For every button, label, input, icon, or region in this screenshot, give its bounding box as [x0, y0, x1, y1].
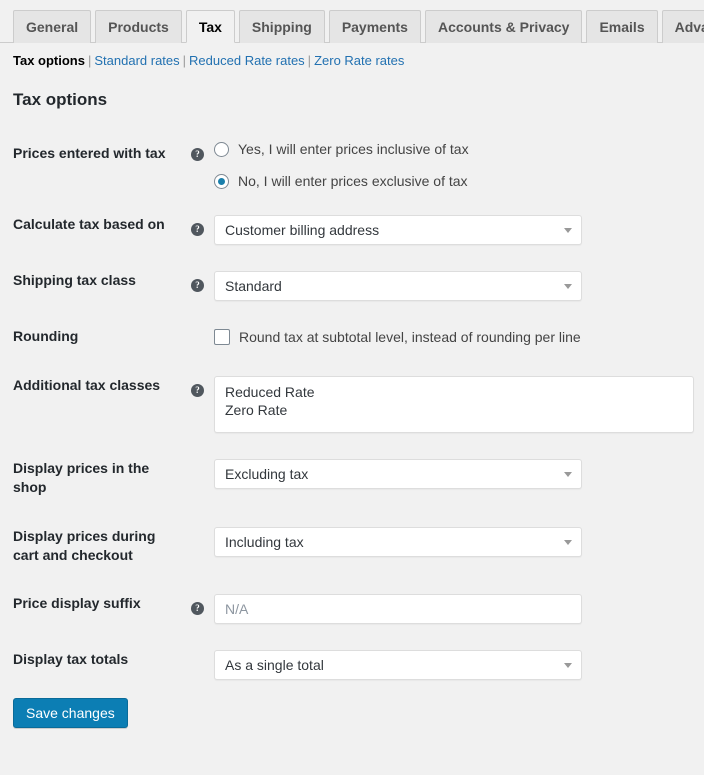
chevron-down-icon [564, 284, 572, 289]
page-title: Tax options [13, 90, 108, 109]
subnav-link-standard-rates[interactable]: Standard rates [94, 53, 179, 68]
select-display-prices-cart[interactable]: Including tax [214, 526, 582, 557]
tab-tax[interactable]: Tax [185, 10, 235, 43]
chevron-down-icon [564, 228, 572, 233]
label-display-tax-totals: Display tax totals [13, 651, 129, 668]
settings-tab-bar: General Products Tax Shipping Payments Accoun… [0, 9, 704, 43]
row-calculate-tax-based-on: Calculate tax based on ? Customer billin… [0, 201, 704, 257]
label-calculate-tax-based-on: Calculate tax based on [13, 216, 165, 232]
label-display-prices-shop: Display prices in the shop [13, 459, 150, 495]
tab-payments[interactable]: Payments [328, 10, 421, 43]
help-icon[interactable]: ? [191, 148, 204, 161]
row-display-prices-cart: Display prices during cart and checkout … [0, 513, 704, 581]
help-icon[interactable]: ? [191, 279, 204, 292]
prices-entered-with-tax-radio-group: Yes, I will enter prices inclusive of ta… [214, 140, 469, 189]
select-display-prices-shop[interactable]: Excluding tax [214, 458, 582, 489]
select-display-tax-totals[interactable]: As a single total [214, 650, 582, 681]
select-calculate-tax-based-on[interactable]: Customer billing address [214, 215, 582, 245]
row-prices-entered-with-tax: Prices entered with tax ? Yes, I will en… [0, 128, 704, 201]
input-price-display-suffix-placeholder: N/A [225, 601, 249, 618]
select-display-prices-cart-value: Including tax [225, 533, 304, 550]
subnav-link-zero-rate-rates[interactable]: Zero Rate rates [314, 53, 404, 68]
tab-emails[interactable]: Emails [586, 10, 658, 43]
label-price-display-suffix: Price display suffix [13, 595, 141, 612]
subnav-separator-2: | [182, 53, 187, 68]
checkbox-rounding[interactable] [214, 329, 230, 345]
tab-advanced[interactable]: Advanced [661, 10, 704, 43]
select-display-prices-shop-value: Excluding tax [225, 465, 309, 482]
label-shipping-tax-class: Shipping tax class [13, 272, 136, 288]
checkbox-rounding-label: Round tax at subtotal level, instead of … [239, 329, 581, 345]
select-display-tax-totals-value: As a single total [225, 657, 324, 674]
help-icon[interactable]: ? [191, 223, 204, 236]
chevron-down-icon [564, 471, 572, 477]
subnav-separator-3: | [307, 53, 312, 68]
radio-inclusive-icon[interactable] [214, 141, 229, 157]
label-display-prices-cart: Display prices during cart and checkout [13, 527, 156, 563]
select-shipping-tax-class[interactable]: Standard [214, 271, 582, 301]
row-shipping-tax-class: Shipping tax class ? Standard [0, 257, 704, 313]
subnav-separator-1: | [87, 53, 92, 68]
row-display-prices-shop: Display prices in the shop Excluding tax [0, 445, 704, 513]
row-rounding: Rounding Round tax at subtotal level, in… [0, 313, 704, 362]
help-icon[interactable]: ? [191, 383, 204, 397]
select-shipping-tax-class-value: Standard [225, 278, 282, 294]
subnav-item-tax-options[interactable]: Tax options [13, 53, 85, 68]
subnav-link-reduced-rate-rates[interactable]: Reduced Rate rates [189, 53, 305, 68]
label-rounding: Rounding [13, 328, 79, 344]
tax-options-form: Prices entered with tax ? Yes, I will en… [0, 128, 704, 692]
checkbox-rounding-row[interactable]: Round tax at subtotal level, instead of … [214, 327, 581, 345]
radio-exclusive-label: No, I will enter prices exclusive of tax [238, 173, 468, 189]
textarea-additional-tax-classes[interactable]: Reduced Rate Zero Rate [214, 375, 694, 433]
chevron-down-icon [564, 663, 572, 669]
subnav: Tax options | Standard rates | Reduced Rate … [13, 52, 704, 70]
radio-option-exclusive[interactable]: No, I will enter prices exclusive of tax [214, 173, 469, 189]
tab-general[interactable]: General [13, 10, 92, 43]
radio-exclusive-icon[interactable] [214, 173, 229, 189]
row-price-display-suffix: Price display suffix ? N/A [0, 580, 704, 636]
save-changes-button[interactable]: Save changes [13, 698, 128, 729]
radio-inclusive-label: Yes, I will enter prices inclusive of ta… [238, 141, 469, 157]
help-icon[interactable]: ? [191, 602, 204, 616]
submit-area: Save changes [13, 698, 704, 729]
tab-products[interactable]: Products [95, 10, 182, 43]
tab-shipping[interactable]: Shipping [238, 10, 325, 43]
tab-accounts-privacy[interactable]: Accounts & Privacy [424, 10, 583, 43]
row-additional-tax-classes: Additional tax classes ? Reduced Rate Ze… [0, 362, 704, 445]
label-additional-tax-classes: Additional tax classes [13, 376, 161, 393]
label-prices-entered-with-tax: Prices entered with tax [13, 145, 166, 161]
radio-option-inclusive[interactable]: Yes, I will enter prices inclusive of ta… [214, 141, 469, 157]
input-price-display-suffix[interactable]: N/A [214, 594, 582, 625]
select-calculate-tax-based-on-value: Customer billing address [225, 222, 380, 238]
chevron-down-icon [564, 539, 572, 545]
row-display-tax-totals: Display tax totals As a single total [0, 636, 704, 692]
